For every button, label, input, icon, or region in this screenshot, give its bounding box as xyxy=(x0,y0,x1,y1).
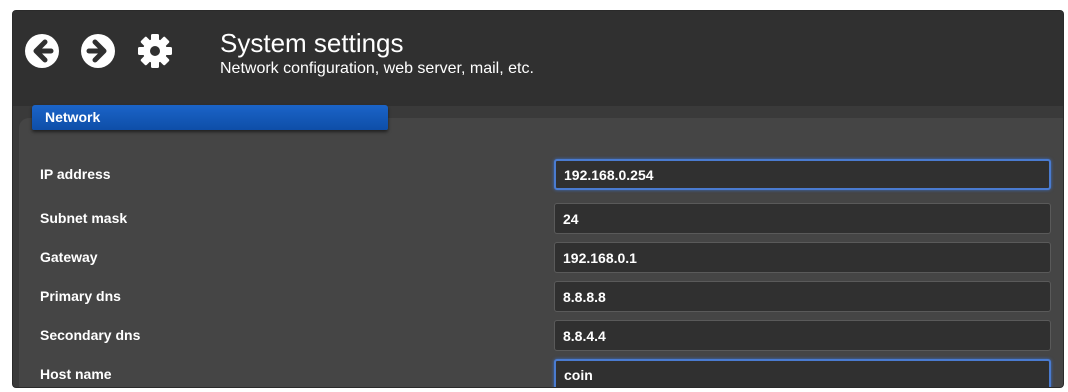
field-row-host-name: Host name xyxy=(19,357,1063,387)
forward-arrow-icon[interactable] xyxy=(80,33,116,69)
primary-dns-input[interactable] xyxy=(554,281,1051,312)
header-bar: System settings Network configuration, w… xyxy=(13,11,1063,106)
field-row-subnet-mask: Subnet mask xyxy=(19,201,1063,235)
tab-network[interactable]: Network xyxy=(32,105,388,130)
field-row-ip-address: IP address xyxy=(19,157,1063,191)
network-panel: IP address Subnet mask Gateway Primary d… xyxy=(19,118,1063,387)
gear-icon[interactable] xyxy=(137,33,173,69)
page-title: System settings xyxy=(220,28,404,58)
subnet-mask-label: Subnet mask xyxy=(40,210,128,226)
gateway-input[interactable] xyxy=(554,242,1051,273)
field-row-gateway: Gateway xyxy=(19,240,1063,274)
subnet-mask-input[interactable] xyxy=(554,203,1051,234)
settings-window: System settings Network configuration, w… xyxy=(12,10,1064,388)
back-arrow-icon[interactable] xyxy=(24,33,60,69)
host-name-input[interactable] xyxy=(554,359,1051,387)
ip-address-label: IP address xyxy=(40,166,111,182)
field-row-secondary-dns: Secondary dns xyxy=(19,318,1063,352)
field-row-primary-dns: Primary dns xyxy=(19,279,1063,313)
secondary-dns-input[interactable] xyxy=(554,320,1051,351)
host-name-label: Host name xyxy=(40,366,112,382)
gateway-label: Gateway xyxy=(40,249,98,265)
ip-address-input[interactable] xyxy=(554,159,1051,190)
primary-dns-label: Primary dns xyxy=(40,288,121,304)
page-subtitle: Network configuration, web server, mail,… xyxy=(220,60,534,77)
secondary-dns-label: Secondary dns xyxy=(40,327,141,343)
